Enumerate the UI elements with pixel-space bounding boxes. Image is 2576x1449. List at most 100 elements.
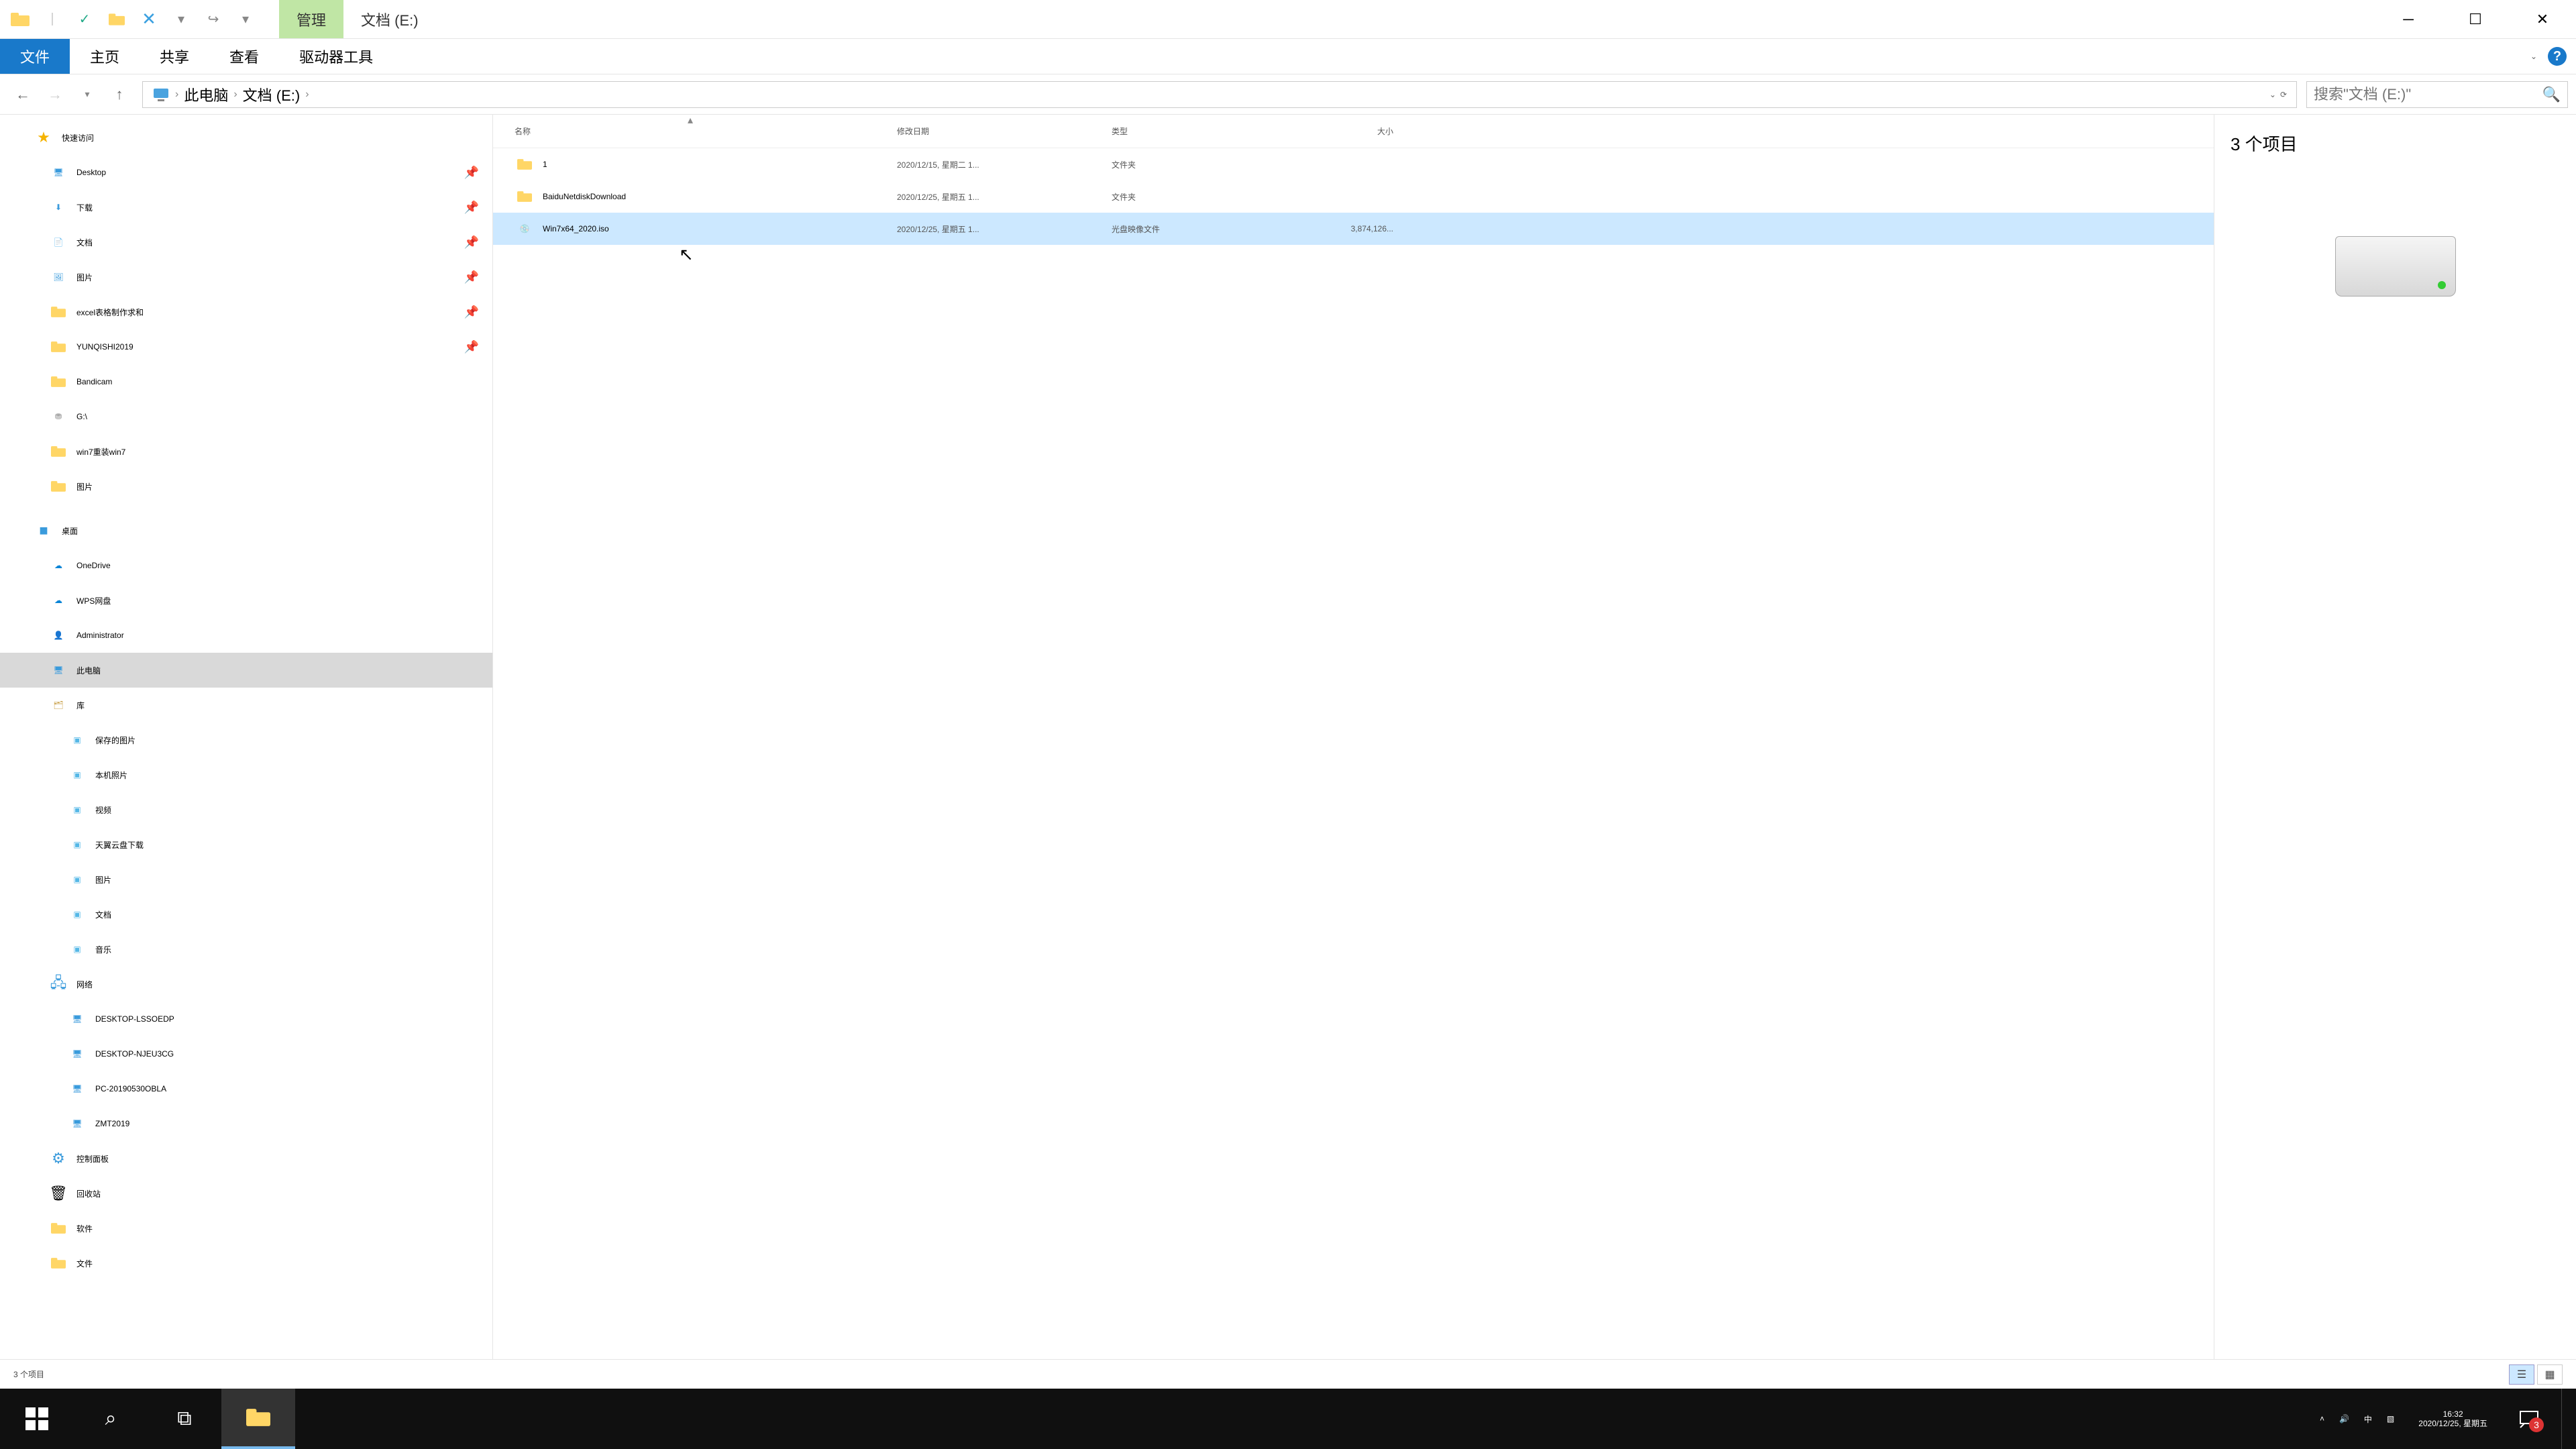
checkbox-icon[interactable]: ✓ xyxy=(71,6,98,33)
new-folder-icon[interactable] xyxy=(103,6,130,33)
pin-icon: 📌 xyxy=(464,305,479,319)
folder-icon xyxy=(48,372,68,392)
refresh-icon[interactable]: ⟳ xyxy=(2280,90,2287,99)
tree-item[interactable]: 📄文档📌 xyxy=(0,225,492,260)
recycle-bin-item[interactable]: 🗑 回收站 xyxy=(0,1176,492,1211)
chevron-right-icon[interactable]: › xyxy=(304,89,310,101)
maximize-button[interactable]: ☐ xyxy=(2442,0,2509,39)
address-bar[interactable]: › 此电脑 › 文档 (E:) › ⌄ ⟳ xyxy=(142,81,2297,108)
quick-access-root[interactable]: ★ 快速访问 xyxy=(0,120,492,155)
thumbnails-view-toggle[interactable]: ▦ xyxy=(2537,1364,2563,1385)
redo-icon[interactable]: ↪ xyxy=(200,6,227,33)
chevron-right-icon[interactable]: › xyxy=(174,89,180,101)
task-view-button[interactable]: ⧉ xyxy=(148,1389,221,1449)
recycle-icon: 🗑 xyxy=(48,1183,68,1203)
folder-icon xyxy=(48,441,68,462)
tree-item[interactable]: 🖥此电脑 xyxy=(0,653,492,688)
explorer-taskbar-button[interactable] xyxy=(221,1389,295,1449)
search-icon[interactable]: 🔍 xyxy=(2542,86,2561,103)
network-root[interactable]: 🖧 网络 xyxy=(0,967,492,1002)
close-x-icon[interactable]: ✕ xyxy=(136,6,162,33)
start-button[interactable] xyxy=(0,1389,74,1449)
file-row[interactable]: BaiduNetdiskDownload2020/12/25, 星期五 1...… xyxy=(493,180,2214,213)
tree-item[interactable]: ⬇下载📌 xyxy=(0,190,492,225)
ime-indicator[interactable]: 中 xyxy=(2364,1413,2372,1425)
sort-indicator-icon: ▴ xyxy=(688,115,693,127)
file-row[interactable]: 12020/12/15, 星期二 1...文件夹 xyxy=(493,148,2214,180)
tree-item[interactable]: 🖥DESKTOP-LSSOEDP xyxy=(0,1002,492,1036)
volume-icon[interactable]: 🔊 xyxy=(2339,1414,2349,1424)
minimize-button[interactable]: ─ xyxy=(2375,0,2442,39)
show-desktop-button[interactable] xyxy=(2561,1389,2571,1449)
qat-menu-icon[interactable]: ▾ xyxy=(232,6,259,33)
tree-item[interactable]: ⛃G:\ xyxy=(0,399,492,434)
dropdown-icon[interactable]: ▾ xyxy=(168,6,195,33)
recent-dropdown-icon[interactable]: ▾ xyxy=(72,80,102,109)
details-view-toggle[interactable]: ☰ xyxy=(2509,1364,2534,1385)
col-header-type[interactable]: 类型 xyxy=(1112,125,1293,137)
tree-item[interactable]: ▣保存的图片 xyxy=(0,722,492,757)
tree-item[interactable]: ▣本机照片 xyxy=(0,757,492,792)
tree-item[interactable]: 🗂库 xyxy=(0,688,492,722)
chevron-right-icon[interactable]: › xyxy=(232,89,238,101)
control-panel-label: 控制面板 xyxy=(76,1153,109,1165)
search-button[interactable]: ⌕ xyxy=(74,1389,148,1449)
address-dropdown-icon[interactable]: ⌄ xyxy=(2269,90,2276,99)
drive-icon: ⛃ xyxy=(48,407,68,427)
tree-item[interactable]: ▣文档 xyxy=(0,897,492,932)
contextual-tab[interactable]: 管理 xyxy=(279,0,343,38)
tray-chevron-icon[interactable]: ˄ xyxy=(2320,1414,2324,1424)
ribbon-tab-home[interactable]: 主页 xyxy=(70,39,140,74)
folder-icon xyxy=(48,337,68,357)
tree-item[interactable]: 🖥ZMT2019 xyxy=(0,1106,492,1141)
documents-icon: 📄 xyxy=(48,232,68,252)
tree-item[interactable]: excel表格制作求和📌 xyxy=(0,294,492,329)
tree-item[interactable]: win7重装win7 xyxy=(0,434,492,469)
tree-item[interactable]: ☁OneDrive xyxy=(0,548,492,583)
ribbon-tab-share[interactable]: 共享 xyxy=(140,39,209,74)
tree-item[interactable]: ▣视频 xyxy=(0,792,492,827)
tree-item[interactable]: 图片 xyxy=(0,469,492,504)
ribbon-tab-view[interactable]: 查看 xyxy=(209,39,279,74)
forward-button[interactable]: → xyxy=(40,80,70,109)
tree-item[interactable]: ▣图片 xyxy=(0,862,492,897)
action-center-icon[interactable]: 3 xyxy=(2512,1401,2546,1436)
tree-item[interactable]: 🖥PC-20190530OBLA xyxy=(0,1071,492,1106)
back-button[interactable]: ← xyxy=(8,80,38,109)
tree-item[interactable]: ☁WPS网盘 xyxy=(0,583,492,618)
tree-item[interactable]: 🖼图片📌 xyxy=(0,260,492,294)
tree-item-label: 此电脑 xyxy=(76,665,101,676)
tree-item[interactable]: 🖥Desktop📌 xyxy=(0,155,492,190)
file-name: Win7x64_2020.iso xyxy=(543,224,609,233)
tree-item[interactable]: YUNQISHI2019📌 xyxy=(0,329,492,364)
col-header-size[interactable]: 大小 xyxy=(1293,125,1393,137)
close-button[interactable]: ✕ xyxy=(2509,0,2576,39)
software-folder[interactable]: 软件 xyxy=(0,1211,492,1246)
tree-item[interactable]: 🖥DESKTOP-NJEU3CG xyxy=(0,1036,492,1071)
search-box[interactable]: 🔍 xyxy=(2306,81,2568,108)
file-row[interactable]: 💿Win7x64_2020.iso2020/12/25, 星期五 1...光盘映… xyxy=(493,213,2214,245)
control-panel-item[interactable]: ⚙ 控制面板 xyxy=(0,1141,492,1176)
up-button[interactable]: ↑ xyxy=(105,80,134,109)
tree-item[interactable]: 👤Administrator xyxy=(0,618,492,653)
tree-item[interactable]: Bandicam xyxy=(0,364,492,399)
col-header-date[interactable]: 修改日期 xyxy=(897,125,1112,137)
help-icon[interactable]: ? xyxy=(2548,47,2567,66)
ribbon-file-tab[interactable]: 文件 xyxy=(0,39,70,74)
folder-icon xyxy=(48,476,68,496)
desktop-root[interactable]: ■ 桌面 xyxy=(0,513,492,548)
search-input[interactable] xyxy=(2314,86,2542,103)
clock[interactable]: 16:32 2020/12/25, 星期五 xyxy=(2409,1409,2497,1429)
documents-folder[interactable]: 文件 xyxy=(0,1246,492,1281)
col-header-name[interactable]: 名称 xyxy=(515,125,897,137)
library-icon: ▣ xyxy=(67,730,87,750)
network-label: 网络 xyxy=(76,979,93,990)
ribbon-expand-icon[interactable]: ⌄ xyxy=(2530,52,2537,61)
crumb-pc-icon[interactable] xyxy=(148,87,174,102)
tree-item[interactable]: ▣天翼云盘下载 xyxy=(0,827,492,862)
ribbon-tab-drive-tools[interactable]: 驱动器工具 xyxy=(279,39,393,74)
tray-app-icon[interactable]: ▧ xyxy=(2387,1414,2394,1424)
crumb-drive-e[interactable]: 文档 (E:) xyxy=(239,84,305,105)
tree-item[interactable]: ▣音乐 xyxy=(0,932,492,967)
crumb-thispc[interactable]: 此电脑 xyxy=(180,84,232,105)
